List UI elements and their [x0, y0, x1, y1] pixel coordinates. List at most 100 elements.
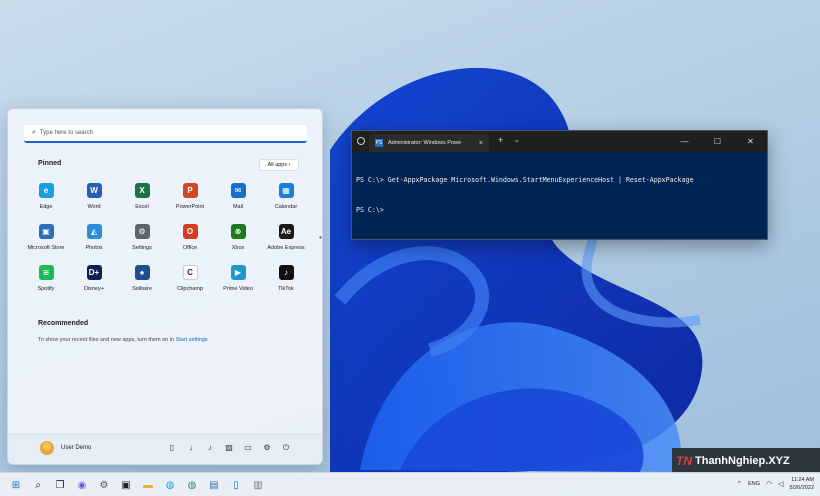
terminal-titlebar[interactable]: PS Administrator: Windows Powe × + ⌄ — ☐… — [352, 131, 767, 152]
word-icon: W — [86, 183, 102, 198]
store-icon[interactable]: ▤ — [206, 477, 222, 493]
pinned-page-indicator[interactable]: • — [319, 233, 322, 242]
pinned-app[interactable]: X Excel — [118, 181, 166, 222]
recommended-text: To show your recent files and new apps, … — [38, 337, 176, 343]
edge-icon[interactable]: ◍ — [162, 477, 178, 493]
maximize-button[interactable]: ☐ — [701, 131, 734, 152]
pinned-app[interactable]: ▦ Calendar — [262, 181, 310, 222]
recommended-heading: Recommended — [38, 320, 89, 327]
wifi-icon[interactable]: ◠ — [766, 480, 772, 488]
terminal-line: PS C:\> — [356, 206, 384, 214]
start-footer: User Demo ▯ ↓ ♪ ▨ ▭ ⚙ ⏻ — [8, 434, 322, 464]
pinned-heading: Pinned — [38, 160, 62, 167]
start-icon[interactable]: ⊞ — [8, 477, 24, 493]
pinned-app-label: Office — [182, 245, 198, 251]
chat-icon[interactable]: ◉ — [74, 477, 90, 493]
terminal-output[interactable]: PS C:\> Get-AppxPackage Microsoft.Window… — [352, 152, 767, 238]
new-tab-button[interactable]: + — [498, 135, 503, 145]
tiktok-icon: ♪ — [278, 265, 294, 280]
mail-icon: ✉ — [230, 183, 246, 198]
chevron-up-icon[interactable]: ⌃ — [736, 480, 742, 488]
pinned-app-label: Spotify — [37, 286, 55, 292]
user-name[interactable]: User Demo — [61, 445, 91, 451]
music-icon[interactable]: ♪ — [206, 443, 214, 453]
pinned-app[interactable]: O Office — [166, 222, 214, 263]
start-search-input[interactable]: ⌕ Type here to search — [24, 125, 307, 143]
volume-icon[interactable]: ◁ — [778, 480, 783, 488]
search-icon: ⌕ — [32, 129, 36, 136]
pinned-app[interactable]: ▶ Prime Video — [214, 263, 262, 304]
pinned-app-label: Solitaire — [132, 286, 152, 292]
terminal-icon[interactable]: ▣ — [118, 477, 134, 493]
all-apps-button[interactable]: All apps › — [259, 159, 299, 171]
monitor-icon[interactable]: ▥ — [250, 477, 266, 493]
pinned-app[interactable]: e Edge — [22, 181, 70, 222]
phone-icon[interactable]: ▯ — [228, 477, 244, 493]
disney-plus-icon: D+ — [86, 265, 102, 280]
pinned-app[interactable]: Ae Adobe Express — [262, 222, 310, 263]
pinned-app[interactable]: W Word — [70, 181, 118, 222]
pinned-app[interactable]: C Clipchamp — [166, 263, 214, 304]
folder-icon[interactable]: ▭ — [244, 443, 252, 453]
terminal-tab-title: Administrator: Windows Powe — [388, 140, 462, 146]
search-icon[interactable]: ⌕ — [30, 477, 46, 493]
pinned-app[interactable]: ⚙ Settings — [118, 222, 166, 263]
file-explorer-icon[interactable]: ▬ — [140, 477, 156, 493]
terminal-window: PS Administrator: Windows Powe × + ⌄ — ☐… — [351, 130, 768, 240]
pinned-app[interactable]: P PowerPoint — [166, 181, 214, 222]
pinned-app-label: Calendar — [274, 204, 298, 210]
power-icon[interactable]: ⏻ — [282, 443, 290, 453]
adobe-express-icon: Ae — [278, 224, 294, 239]
task-view-icon[interactable]: ❐ — [52, 477, 68, 493]
close-tab-icon[interactable]: × — [479, 140, 483, 147]
pinned-app[interactable]: ✉ Mail — [214, 181, 262, 222]
office-icon: O — [182, 224, 198, 239]
pinned-app-label: Settings — [132, 245, 152, 251]
pinned-app-label: Microsoft Store — [27, 245, 65, 251]
pinned-app-label: Word — [87, 204, 101, 210]
chevron-down-icon[interactable]: ⌄ — [514, 136, 520, 144]
minimize-button[interactable]: — — [668, 131, 701, 152]
watermark-logo: TN — [676, 454, 692, 468]
taskbar: ⊞ ⌕ ❐ ◉ ⚙ ▣ ▬ ◍ ◍ ▤ ▯ ▥ ⌃ ENG ◠ ◁ 11:24 AM 5/26/202… — [0, 472, 820, 496]
pinned-app-label: Disney+ — [83, 286, 105, 292]
avatar[interactable] — [40, 441, 54, 455]
close-button[interactable]: ✕ — [734, 131, 767, 152]
settings-icon[interactable]: ⚙ — [263, 443, 271, 453]
shield-icon — [357, 137, 365, 145]
pinned-app-label: Excel — [135, 204, 149, 210]
pinned-app-label: Edge — [39, 204, 53, 210]
pinned-app[interactable]: ▣ Microsoft Store — [22, 222, 70, 263]
edge-icon: e — [38, 183, 54, 198]
powerpoint-icon: P — [182, 183, 198, 198]
taskbar-apps: ⊞ ⌕ ❐ ◉ ⚙ ▣ ▬ ◍ ◍ ▤ ▯ ▥ — [8, 477, 266, 493]
language-indicator[interactable]: ENG — [748, 481, 760, 487]
start-settings-link[interactable]: Start settings — [176, 337, 208, 343]
calendar-icon: ▦ — [278, 183, 294, 198]
pinned-app[interactable]: ⊗ Xbox — [214, 222, 262, 263]
watermark: TN ThanhNghiep.XYZ — [672, 448, 820, 474]
pinned-app-label: Prime Video — [223, 286, 253, 292]
recommended-message: To show your recent files and new apps, … — [38, 337, 208, 343]
terminal-tab[interactable]: PS Administrator: Windows Powe × — [369, 134, 489, 152]
settings-icon: ⚙ — [134, 224, 150, 239]
pinned-app[interactable]: ◭ Photos — [70, 222, 118, 263]
settings-icon[interactable]: ⚙ — [96, 477, 112, 493]
download-icon[interactable]: ↓ — [187, 443, 195, 453]
edge-beta-icon[interactable]: ◍ — [184, 477, 200, 493]
clock[interactable]: 11:24 AM 5/26/2022 — [790, 476, 814, 492]
pinned-app[interactable]: ♠ Solitaire — [118, 263, 166, 304]
document-icon[interactable]: ▯ — [168, 443, 176, 453]
powershell-icon: PS — [375, 139, 383, 147]
pinned-app[interactable]: D+ Disney+ — [70, 263, 118, 304]
pinned-app[interactable]: ♪ TikTok — [262, 263, 310, 304]
window-controls: — ☐ ✕ — [668, 131, 767, 152]
pictures-icon[interactable]: ▨ — [225, 443, 233, 453]
clipchamp-icon: C — [182, 265, 198, 280]
spotify-icon: ≋ — [38, 265, 54, 280]
pinned-app-label: TikTok — [278, 286, 294, 292]
pinned-app[interactable]: ≋ Spotify — [22, 263, 70, 304]
pinned-app-label: Clipchamp — [177, 286, 203, 292]
footer-shortcuts: ▯ ↓ ♪ ▨ ▭ ⚙ ⏻ — [168, 443, 290, 453]
watermark-text: ThanhNghiep.XYZ — [695, 455, 790, 467]
